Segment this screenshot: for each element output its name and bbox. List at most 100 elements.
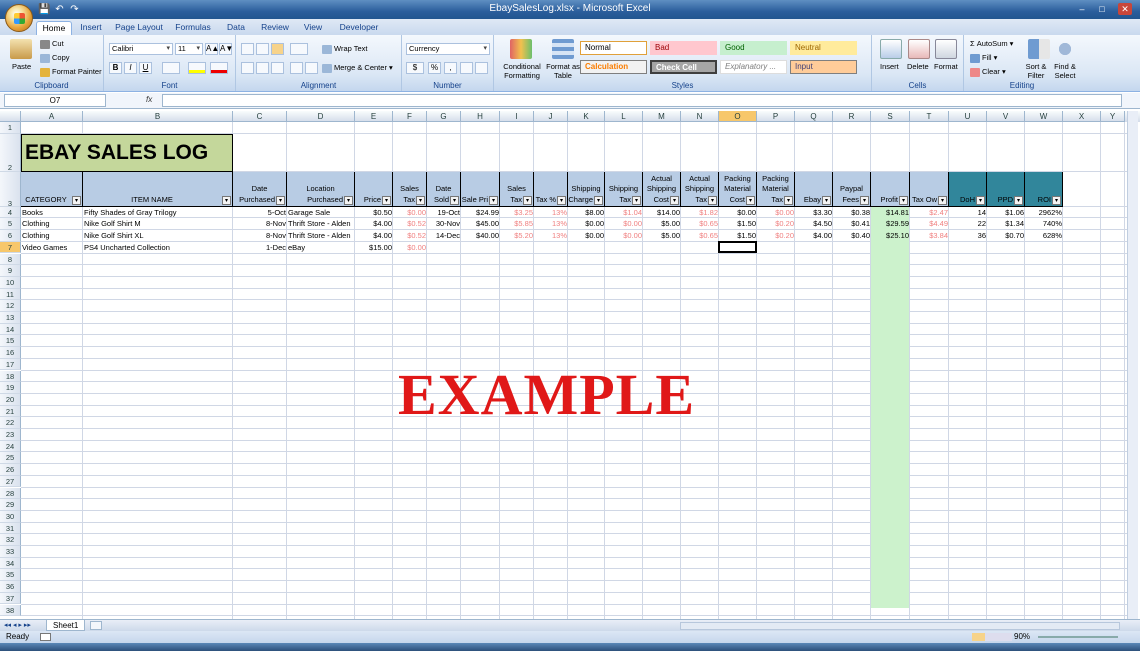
column-header-a[interactable]: A: [21, 111, 83, 122]
sort-filter-button[interactable]: Sort & Filter: [1022, 62, 1050, 80]
row-header-16[interactable]: 16: [0, 347, 21, 359]
row-header-33[interactable]: 33: [0, 546, 21, 558]
data-cell[interactable]: $1.06: [987, 207, 1025, 219]
font-color-icon[interactable]: [210, 62, 228, 74]
align-right-icon[interactable]: [271, 62, 284, 74]
align-left-icon[interactable]: [241, 62, 254, 74]
data-cell[interactable]: Nike Golf Shirt XL: [83, 230, 233, 242]
data-cell[interactable]: $0.00: [393, 242, 427, 254]
data-cell[interactable]: $0.20: [757, 218, 795, 230]
column-header-s[interactable]: S: [871, 111, 910, 122]
data-cell[interactable]: $0.50: [355, 207, 393, 219]
row-header-5[interactable]: 5: [0, 218, 21, 231]
data-cell[interactable]: 30-Nov: [427, 218, 461, 230]
tab-review[interactable]: Review: [258, 21, 292, 35]
style-calculation[interactable]: Calculation: [580, 60, 647, 74]
comma-button[interactable]: ,: [444, 62, 457, 74]
data-cell[interactable]: $4.00: [795, 230, 833, 242]
row-header-29[interactable]: 29: [0, 499, 21, 511]
data-cell[interactable]: 740%: [1025, 218, 1063, 230]
minimize-button[interactable]: –: [1075, 3, 1089, 15]
increase-indent-icon[interactable]: [305, 62, 318, 74]
data-cell[interactable]: 13%: [534, 207, 568, 219]
data-cell[interactable]: 22: [949, 218, 987, 230]
data-cell[interactable]: $45.00: [461, 218, 500, 230]
row-header-17[interactable]: 17: [0, 358, 21, 371]
filter-dropdown-icon[interactable]: ▾: [899, 195, 908, 205]
data-cell[interactable]: $0.65: [681, 230, 719, 242]
filter-dropdown-icon[interactable]: ▾: [746, 195, 755, 205]
row-header-19[interactable]: 19: [0, 382, 21, 394]
fill-button[interactable]: Fill ▾: [970, 53, 997, 63]
insert-cells-icon[interactable]: [880, 39, 902, 59]
column-header-y[interactable]: Y: [1101, 111, 1125, 122]
filter-dropdown-icon[interactable]: ▾: [382, 195, 391, 205]
insert-button[interactable]: Insert: [880, 62, 899, 72]
filter-dropdown-icon[interactable]: ▾: [344, 195, 353, 205]
decrease-decimal-icon[interactable]: [475, 62, 488, 74]
data-cell[interactable]: $2.47: [910, 207, 949, 219]
paste-button[interactable]: Paste: [12, 62, 31, 72]
row-header-10[interactable]: 10: [0, 276, 21, 289]
filter-dropdown-icon[interactable]: ▾: [1014, 195, 1023, 205]
row-header-37[interactable]: 37: [0, 592, 21, 605]
underline-button[interactable]: U: [139, 62, 152, 74]
data-cell[interactable]: $0.00: [568, 230, 605, 242]
borders-icon[interactable]: [162, 62, 180, 74]
zoom-slider[interactable]: [1038, 636, 1118, 638]
grow-font-button[interactable]: A▲: [205, 43, 219, 55]
bold-button[interactable]: B: [109, 62, 122, 74]
style-good[interactable]: Good: [720, 41, 787, 55]
row-header-13[interactable]: 13: [0, 312, 21, 324]
italic-button[interactable]: I: [124, 62, 137, 74]
tab-home[interactable]: Home: [36, 21, 72, 35]
row-header-34[interactable]: 34: [0, 557, 21, 570]
data-cell[interactable]: $1.50: [719, 218, 757, 230]
data-cell[interactable]: $0.70: [987, 230, 1025, 242]
binoculars-icon[interactable]: [1054, 39, 1076, 59]
data-cell[interactable]: $29.59: [871, 218, 910, 230]
column-header-m[interactable]: M: [643, 111, 681, 122]
filter-dropdown-icon[interactable]: ▾: [489, 195, 498, 205]
row-header-23[interactable]: 23: [0, 429, 21, 441]
row-header-6[interactable]: 6: [0, 230, 21, 242]
filter-dropdown-icon[interactable]: ▾: [594, 195, 603, 205]
data-cell[interactable]: 8-Nov: [233, 230, 287, 242]
data-cell[interactable]: Clothing: [21, 218, 83, 230]
font-size-combo[interactable]: 11: [175, 43, 203, 55]
filter-dropdown-icon[interactable]: ▾: [670, 195, 679, 205]
currency-button[interactable]: $: [406, 62, 424, 74]
data-cell[interactable]: $0.52: [393, 230, 427, 242]
autosum-button[interactable]: Σ AutoSum ▾: [970, 39, 1013, 49]
row-header-21[interactable]: 21: [0, 405, 21, 418]
filter-dropdown-icon[interactable]: ▾: [72, 195, 81, 205]
column-header-n[interactable]: N: [681, 111, 719, 122]
row-header-31[interactable]: 31: [0, 522, 21, 535]
insert-sheet-icon[interactable]: [90, 621, 102, 630]
data-cell[interactable]: $0.00: [605, 230, 643, 242]
row-header-15[interactable]: 15: [0, 335, 21, 348]
maximize-button[interactable]: □: [1095, 3, 1109, 15]
name-box[interactable]: O7: [4, 94, 106, 107]
column-header-j[interactable]: J: [534, 111, 568, 122]
data-cell[interactable]: $5.20: [500, 230, 534, 242]
sheet-tab-sheet1[interactable]: Sheet1: [46, 620, 86, 631]
align-top-icon[interactable]: [241, 43, 254, 55]
sheet-nav-arrows-icon[interactable]: ◂◂ ◂ ▸ ▸▸: [4, 621, 31, 629]
data-cell[interactable]: $5.00: [643, 218, 681, 230]
data-cell[interactable]: 628%: [1025, 230, 1063, 242]
data-cell[interactable]: $1.04: [605, 207, 643, 219]
column-header-v[interactable]: V: [987, 111, 1025, 122]
data-cell[interactable]: $4.00: [355, 218, 393, 230]
data-cell[interactable]: $25.10: [871, 230, 910, 242]
data-cell[interactable]: 19-Oct: [427, 207, 461, 219]
format-as-table-button[interactable]: Format as Table: [544, 62, 582, 80]
data-cell[interactable]: $8.00: [568, 207, 605, 219]
data-cell[interactable]: 2962%: [1025, 207, 1063, 219]
filter-dropdown-icon[interactable]: ▾: [976, 195, 985, 205]
row-header-3[interactable]: 3: [0, 171, 21, 208]
data-cell[interactable]: $0.20: [757, 230, 795, 242]
column-header-e[interactable]: E: [355, 111, 393, 122]
row-header-18[interactable]: 18: [0, 370, 21, 383]
row-header-27[interactable]: 27: [0, 475, 21, 488]
